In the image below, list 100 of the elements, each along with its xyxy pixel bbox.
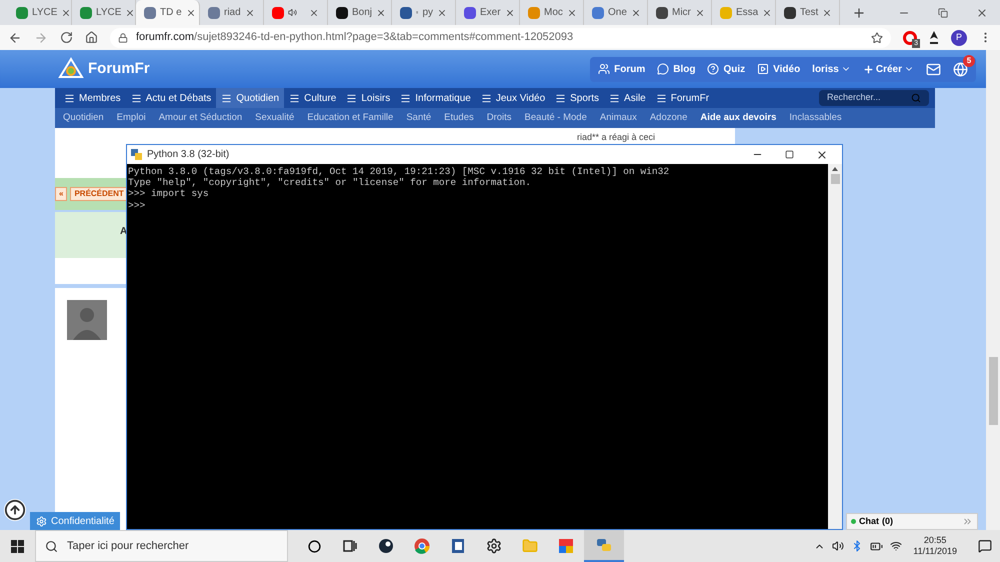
windows-icon[interactable] bbox=[11, 540, 24, 552]
steam-icon[interactable] bbox=[378, 538, 394, 554]
task-view-icon[interactable] bbox=[343, 540, 357, 552]
sub-nav-link[interactable]: Beauté - Mode bbox=[524, 110, 587, 126]
sub-nav-link[interactable]: Etudes bbox=[444, 110, 474, 126]
profile-avatar[interactable]: P bbox=[951, 30, 967, 46]
close-icon[interactable] bbox=[630, 8, 641, 18]
clock[interactable]: 20:55 11/11/2019 bbox=[913, 535, 957, 557]
nav-tab[interactable]: Sports bbox=[550, 88, 604, 108]
tab-title: Exer bbox=[480, 6, 501, 20]
nav-tab[interactable]: Loisirs bbox=[341, 88, 396, 108]
notifications-icon[interactable] bbox=[978, 539, 992, 553]
top-nav-link[interactable]: Blog bbox=[657, 62, 696, 76]
close-icon[interactable] bbox=[504, 8, 515, 18]
nav-tab[interactable]: Jeux Vidéo bbox=[476, 88, 550, 108]
back-icon[interactable] bbox=[8, 30, 22, 44]
nav-tab[interactable]: Informatique bbox=[395, 88, 476, 108]
play-icon bbox=[757, 63, 770, 75]
clock-time: 20:55 bbox=[924, 535, 946, 546]
reload-icon[interactable] bbox=[60, 31, 73, 44]
sub-nav-link[interactable]: Animaux bbox=[600, 110, 637, 126]
sub-nav-link[interactable]: Adozone bbox=[650, 110, 688, 126]
nav-tab[interactable]: Quotidien bbox=[216, 88, 284, 108]
mail-icon[interactable] bbox=[926, 62, 941, 76]
volume-icon[interactable] bbox=[832, 540, 844, 552]
site-logo[interactable]: ForumFr bbox=[88, 58, 150, 80]
sub-nav-link[interactable]: Emploi bbox=[116, 110, 146, 126]
pager-button[interactable]: « bbox=[55, 187, 68, 201]
bookmark-icon[interactable] bbox=[871, 32, 884, 44]
extension-icon[interactable] bbox=[929, 30, 940, 44]
top-nav-link[interactable]: Quiz bbox=[707, 62, 746, 76]
console-line: >>> import sys bbox=[128, 188, 210, 200]
close-icon[interactable] bbox=[309, 8, 319, 18]
taskbar-search-field[interactable]: Taper ici pour rechercher bbox=[35, 530, 288, 562]
scroll-up-icon[interactable] bbox=[832, 167, 838, 171]
scrollbar-thumb[interactable] bbox=[988, 357, 998, 425]
sub-nav-link[interactable]: Santé bbox=[406, 110, 432, 126]
close-icon[interactable] bbox=[245, 8, 255, 18]
new-tab-icon[interactable] bbox=[852, 6, 866, 20]
browser-tab[interactable]: TD e bbox=[136, 0, 200, 25]
create-menu[interactable]: Créer bbox=[862, 62, 914, 76]
close-icon[interactable] bbox=[976, 6, 988, 18]
expand-icon[interactable] bbox=[962, 516, 973, 527]
chat-count: (0) bbox=[882, 514, 893, 528]
question-icon bbox=[707, 63, 720, 75]
cortana-icon[interactable] bbox=[308, 540, 320, 552]
top-nav-link[interactable]: Forum bbox=[598, 62, 646, 76]
sub-nav-link[interactable]: Sexualité bbox=[255, 110, 294, 126]
menu-icon bbox=[289, 92, 300, 104]
close-icon[interactable] bbox=[186, 8, 196, 18]
sub-nav-link[interactable]: Education et Famille bbox=[307, 110, 394, 126]
address-bar[interactable]: forumfr.com/sujet893246-td-en-python.html?page=3&tab=comments#comment-12052093 bbox=[110, 28, 892, 48]
chat-bar[interactable]: Chat (0) bbox=[846, 513, 978, 530]
search-placeholder: Taper ici pour rechercher bbox=[67, 538, 189, 554]
user-menu[interactable]: loriss bbox=[812, 62, 851, 76]
close-icon[interactable] bbox=[61, 8, 72, 18]
close-icon[interactable] bbox=[822, 8, 832, 18]
privacy-button[interactable]: Confidentialité bbox=[30, 512, 120, 530]
logo-icon bbox=[58, 57, 84, 81]
active-taskbar-app[interactable] bbox=[584, 530, 624, 562]
close-icon[interactable] bbox=[566, 8, 577, 18]
globe-icon[interactable] bbox=[953, 62, 968, 76]
sub-nav-link[interactable]: Droits bbox=[486, 110, 512, 126]
top-nav-link[interactable]: Vidéo bbox=[757, 62, 800, 76]
reaction-text: riad** a réagi à ceci bbox=[576, 131, 655, 142]
tab-title: Moc bbox=[544, 6, 563, 20]
sub-nav-link[interactable]: Quotidien bbox=[63, 110, 104, 126]
nav-tab[interactable]: Asile bbox=[604, 88, 651, 108]
sub-nav-link[interactable]: Aide aux devoirs bbox=[700, 110, 776, 126]
nav-tab[interactable]: Actu et Débats bbox=[126, 88, 216, 108]
favicon-icon bbox=[144, 6, 156, 18]
sub-nav-link[interactable]: Amour et Séduction bbox=[158, 110, 242, 126]
settings-icon[interactable] bbox=[486, 538, 502, 554]
close-icon[interactable] bbox=[125, 8, 136, 18]
menu-icon bbox=[346, 92, 358, 104]
scrollbar[interactable] bbox=[986, 50, 1000, 530]
sub-nav-link[interactable]: Inclassables bbox=[789, 110, 842, 126]
maximize-icon[interactable] bbox=[785, 150, 794, 159]
plus-icon bbox=[862, 64, 874, 74]
close-icon[interactable] bbox=[762, 8, 772, 18]
close-icon[interactable] bbox=[437, 8, 447, 18]
chrome-icon[interactable] bbox=[414, 538, 430, 554]
nav-tab[interactable]: Membres bbox=[59, 88, 126, 108]
console-scrollbar[interactable] bbox=[828, 164, 842, 529]
close-icon[interactable] bbox=[694, 8, 705, 18]
nav-tab[interactable]: ForumFr bbox=[650, 88, 714, 108]
scroll-top-icon[interactable] bbox=[4, 499, 26, 521]
document-icon[interactable] bbox=[450, 538, 466, 554]
restore-icon[interactable] bbox=[938, 8, 948, 18]
scrollbar-thumb[interactable] bbox=[830, 174, 840, 184]
store-icon[interactable] bbox=[558, 538, 574, 554]
close-icon[interactable] bbox=[816, 148, 828, 160]
close-icon[interactable] bbox=[376, 8, 386, 18]
search-field[interactable]: Rechercher... bbox=[819, 90, 929, 106]
home-icon[interactable] bbox=[84, 31, 98, 44]
pager-button[interactable]: PRÉCÉDENT bbox=[70, 187, 128, 201]
battery-icon[interactable] bbox=[870, 540, 884, 552]
window-title: Python 3.8 (32-bit) bbox=[147, 148, 230, 162]
nav-tab[interactable]: Culture bbox=[284, 88, 342, 108]
tab-title: py bbox=[422, 6, 433, 20]
